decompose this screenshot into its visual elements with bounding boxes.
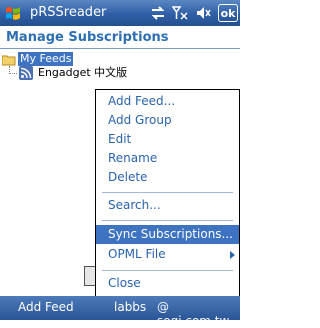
- menu-item-label: Add Feed...: [108, 94, 176, 108]
- menu-separator: [102, 270, 233, 271]
- submenu-arrow-icon: [230, 251, 235, 259]
- title-bar: pRSSreader ok: [0, 0, 240, 26]
- menu-item-close[interactable]: Close: [96, 274, 239, 293]
- menu-item-add-group[interactable]: Add Group: [96, 111, 239, 130]
- watermark-text: @ sogi.com.tw: [157, 300, 230, 328]
- rss-feed-icon: [19, 66, 33, 80]
- header-divider: [0, 48, 240, 49]
- menu-item-search[interactable]: Search...: [96, 196, 239, 215]
- ok-button[interactable]: ok: [218, 4, 238, 22]
- connectivity-icon[interactable]: [150, 5, 166, 21]
- tree-connector: [9, 73, 17, 75]
- menu-item-label: Delete: [108, 170, 148, 184]
- menu-item-sync-subscriptions[interactable]: Sync Subscriptions...: [96, 225, 239, 244]
- signal-off-icon[interactable]: [172, 5, 188, 21]
- tree-folder-my-feeds[interactable]: My Feeds: [18, 52, 74, 66]
- menu-item-label: OPML File: [108, 247, 166, 261]
- menu-item-rename[interactable]: Rename: [96, 149, 239, 168]
- page-title: Manage Subscriptions: [6, 30, 169, 45]
- menu-item-opml-file[interactable]: OPML File: [96, 245, 239, 264]
- menu-separator: [102, 192, 233, 193]
- speaker-muted-icon[interactable]: [195, 5, 211, 21]
- menu-item-label: Close: [108, 276, 141, 290]
- menu-item-delete[interactable]: Delete: [96, 168, 239, 187]
- menu-item-label: Add Group: [108, 113, 172, 127]
- softkey-add-feed[interactable]: Add Feed: [18, 300, 74, 314]
- softkey-middle-label: labbs: [114, 300, 147, 314]
- page-header: Manage Subscriptions: [0, 26, 240, 50]
- menu-item-label: Rename: [108, 151, 158, 165]
- menu-item-label: Search...: [108, 198, 161, 212]
- folder-icon: [2, 55, 16, 66]
- menu-item-label: Edit: [108, 132, 132, 146]
- menu-item-label: Sync Subscriptions...: [108, 227, 233, 241]
- menu-separator: [102, 220, 233, 221]
- context-menu: Add Feed... Add Group Edit Rename Delete…: [95, 89, 240, 297]
- tree-feed-item[interactable]: Engadget 中文版: [38, 66, 127, 80]
- app-title: pRSSreader: [30, 5, 107, 20]
- menu-item-edit[interactable]: Edit: [96, 130, 239, 149]
- windows-start-icon[interactable]: [4, 4, 22, 22]
- menu-item-add-feed[interactable]: Add Feed...: [96, 92, 239, 111]
